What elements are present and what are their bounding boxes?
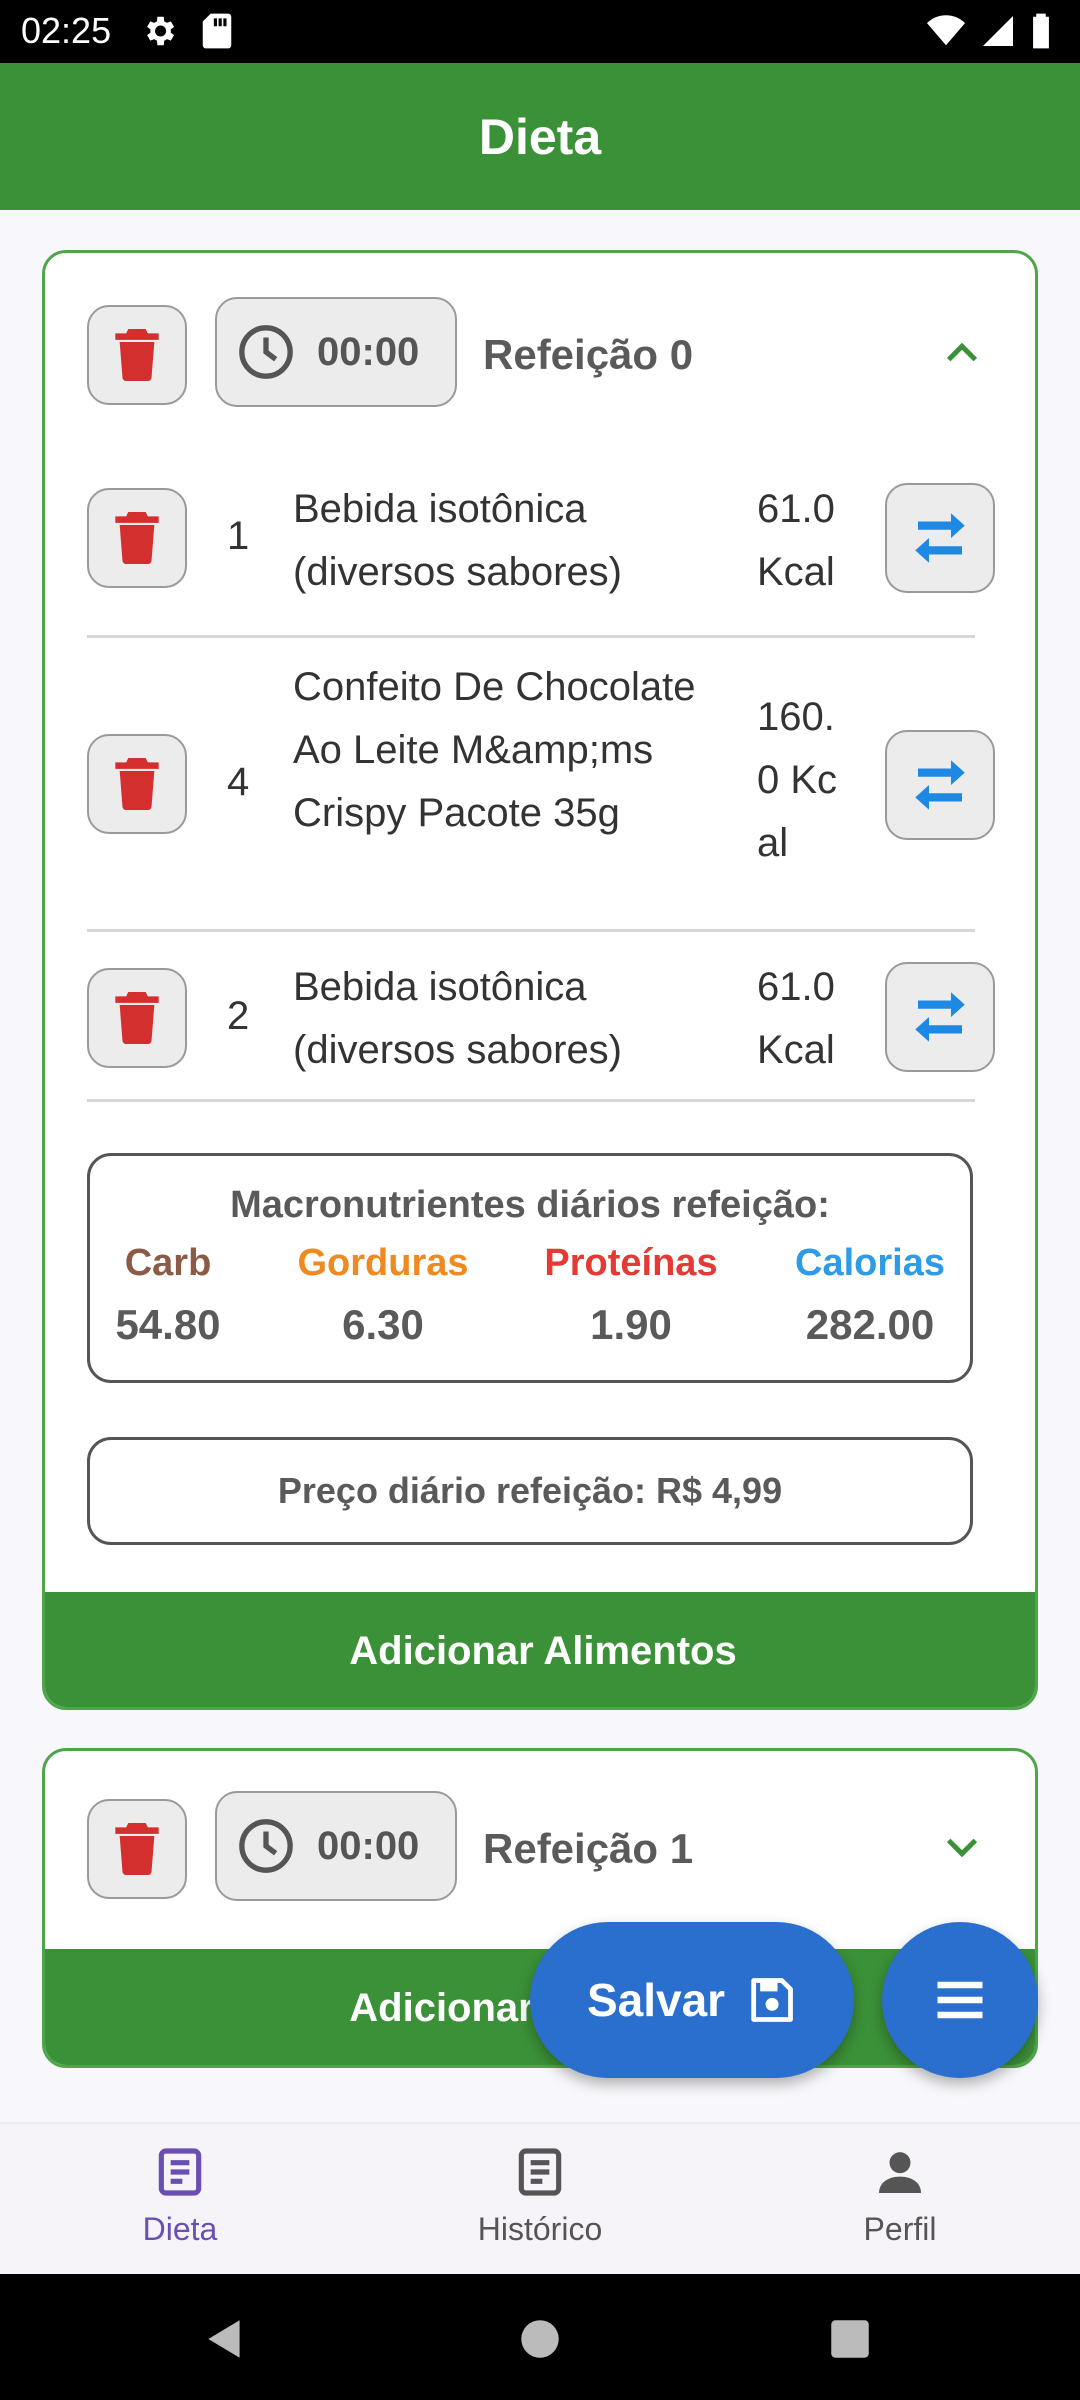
system-navigation-bar [0, 2274, 1080, 2400]
delete-meal-button[interactable] [87, 305, 187, 405]
macro-calories-value: 282.00 [805, 1301, 935, 1348]
macro-carb-value: 54.80 [115, 1301, 221, 1348]
meal-time: 00:00 [317, 1823, 420, 1868]
nav-label: Perfil [863, 2211, 937, 2247]
macro-protein: Proteínas 1.90 [531, 1242, 731, 1349]
app-bar: Dieta [0, 63, 1080, 210]
meal-card: 00:00 Refeição 0 1 Bebida isotônica (div… [42, 250, 1038, 1710]
meal-time: 00:00 [317, 329, 420, 374]
macro-calories: Calorias 282.00 [770, 1242, 970, 1349]
trash-icon [115, 758, 159, 810]
nav-label: Histórico [477, 2211, 603, 2247]
swap-icon [915, 992, 965, 1042]
nav-label: Dieta [142, 2211, 218, 2247]
person-icon [879, 2152, 921, 2193]
sd-card-icon [202, 13, 232, 49]
macro-fat-label: Gorduras [297, 1242, 469, 1284]
meal-price: Preço diário refeição: R$ 4,99 [87, 1437, 973, 1545]
trash-icon [115, 1823, 159, 1875]
swap-food-button[interactable] [885, 730, 995, 840]
document-icon [158, 2148, 202, 2196]
clock-icon [239, 325, 293, 379]
food-name: Confeito De Chocolate Ao Leite M&amp;ms … [293, 665, 696, 835]
food-quantity: 1 [227, 514, 250, 558]
food-kcal: 61.0 Kcal [757, 487, 835, 594]
swap-food-button[interactable] [885, 483, 995, 593]
swap-food-button[interactable] [885, 962, 995, 1072]
status-bar: 02:25 [0, 0, 1080, 63]
nav-item-dieta[interactable]: Dieta [0, 2144, 360, 2248]
macros-summary: Macronutrientes diários refeição: Carb 5… [87, 1153, 973, 1383]
food-name: Bebida isotônica (diversos sabores) [293, 487, 623, 594]
food-kcal: 160.0 Kcal [757, 695, 838, 865]
macro-protein-label: Proteínas [544, 1242, 718, 1284]
menu-icon [937, 1981, 983, 2019]
food-row: 1 Bebida isotônica (diversos sabores) 61… [87, 468, 995, 638]
settings-icon [147, 16, 175, 46]
bottom-navigation: Dieta Histórico Perfil [0, 2122, 1080, 2274]
swap-icon [915, 513, 965, 563]
macro-carb: Carb 54.80 [68, 1242, 268, 1349]
macro-calories-label: Calorias [795, 1242, 945, 1284]
delete-meal-button[interactable] [87, 1799, 187, 1899]
battery-icon [1033, 13, 1049, 49]
meal-time-button[interactable]: 00:00 [215, 1791, 457, 1901]
swap-icon [915, 760, 965, 810]
recents-icon[interactable] [825, 2314, 875, 2364]
chevron-up-icon[interactable] [942, 333, 982, 373]
home-icon[interactable] [515, 2314, 565, 2364]
save-label: Salvar [586, 1974, 726, 2026]
food-row: 4 Confeito De Chocolate Ao Leite M&amp;m… [87, 638, 995, 932]
wifi-icon [927, 15, 965, 46]
page-title: Dieta [478, 108, 602, 165]
status-time: 02:25 [21, 10, 112, 51]
meal-title: Refeição 1 [483, 1825, 694, 1872]
clock-icon [239, 1819, 293, 1873]
macro-carb-label: Carb [124, 1242, 212, 1284]
meal-time-button[interactable]: 00:00 [215, 297, 457, 407]
chevron-down-icon[interactable] [942, 1827, 982, 1867]
menu-button[interactable] [882, 1922, 1038, 2078]
food-quantity: 4 [227, 760, 250, 804]
food-row: 2 Bebida isotônica (diversos sabores) 61… [87, 932, 995, 1102]
signal-icon [983, 16, 1013, 46]
food-quantity: 2 [227, 994, 250, 1038]
delete-food-button[interactable] [87, 968, 187, 1068]
document-icon [518, 2148, 562, 2196]
trash-icon [115, 329, 159, 381]
save-button[interactable]: Salvar [530, 1922, 854, 2078]
meal-title: Refeição 0 [483, 331, 694, 378]
macro-fat: Gorduras 6.30 [283, 1242, 483, 1349]
macros-title: Macronutrientes diários refeição: [230, 1184, 830, 1226]
delete-food-button[interactable] [87, 734, 187, 834]
trash-icon [115, 512, 159, 564]
food-kcal: 61.0 Kcal [757, 965, 835, 1072]
back-icon[interactable] [200, 2314, 250, 2364]
nav-item-historico[interactable]: Histórico [360, 2144, 720, 2248]
trash-icon [115, 992, 159, 1044]
nav-item-perfil[interactable]: Perfil [720, 2144, 1080, 2248]
food-name: Bebida isotônica (diversos sabores) [293, 965, 623, 1072]
add-foods-button[interactable]: Adicionar Alimentos [45, 1592, 1035, 1707]
macro-protein-value: 1.90 [590, 1301, 672, 1348]
floppy-disk-icon [751, 1978, 793, 2022]
delete-food-button[interactable] [87, 488, 187, 588]
macro-fat-value: 6.30 [342, 1301, 424, 1348]
